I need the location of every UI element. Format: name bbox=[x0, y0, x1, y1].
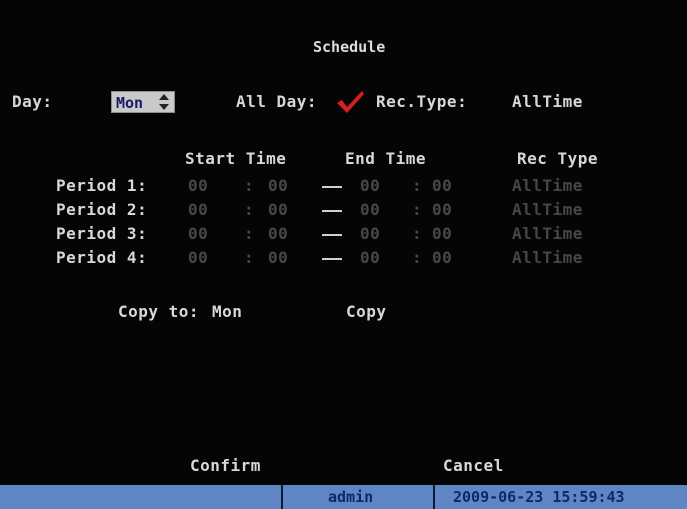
colon-sep: : bbox=[244, 176, 255, 195]
period-rec-type[interactable]: AllTime bbox=[512, 176, 583, 195]
colon-sep: : bbox=[412, 224, 423, 243]
start-minute-field[interactable]: 00 bbox=[268, 248, 288, 267]
status-datetime: 2009-06-23 15:59:43 bbox=[453, 485, 625, 509]
day-label: Day: bbox=[12, 92, 53, 111]
status-bar: admin 2009-06-23 15:59:43 bbox=[0, 485, 687, 509]
colon-sep: : bbox=[412, 200, 423, 219]
end-minute-field[interactable]: 00 bbox=[432, 200, 452, 219]
period-label: Period 1: bbox=[56, 176, 148, 195]
schedule-screen: Schedule Day: Mon All Day: Rec.Type: All… bbox=[0, 0, 687, 509]
range-dash bbox=[322, 186, 342, 188]
copy-to-select[interactable]: Mon bbox=[212, 302, 242, 321]
period-label: Period 3: bbox=[56, 224, 148, 243]
start-minute-field[interactable]: 00 bbox=[268, 224, 288, 243]
rec-type-label: Rec.Type: bbox=[376, 92, 468, 111]
period-rec-type[interactable]: AllTime bbox=[512, 224, 583, 243]
day-select-value: Mon bbox=[116, 94, 144, 112]
rec-type-value[interactable]: AllTime bbox=[512, 92, 583, 111]
end-hour-field[interactable]: 00 bbox=[360, 224, 380, 243]
end-minute-field[interactable]: 00 bbox=[432, 176, 452, 195]
column-end-time: End Time bbox=[345, 149, 427, 168]
colon-sep: : bbox=[244, 224, 255, 243]
colon-sep: : bbox=[412, 248, 423, 267]
spin-arrows-icon bbox=[159, 94, 169, 110]
colon-sep: : bbox=[244, 200, 255, 219]
end-hour-field[interactable]: 00 bbox=[360, 248, 380, 267]
colon-sep: : bbox=[244, 248, 255, 267]
end-hour-field[interactable]: 00 bbox=[360, 200, 380, 219]
range-dash bbox=[322, 258, 342, 260]
cancel-button[interactable]: Cancel bbox=[443, 456, 504, 475]
period-rec-type[interactable]: AllTime bbox=[512, 200, 583, 219]
start-hour-field[interactable]: 00 bbox=[188, 200, 208, 219]
copy-to-label: Copy to: bbox=[118, 302, 200, 321]
end-minute-field[interactable]: 00 bbox=[432, 248, 452, 267]
start-minute-field[interactable]: 00 bbox=[268, 176, 288, 195]
all-day-label: All Day: bbox=[236, 92, 318, 111]
end-minute-field[interactable]: 00 bbox=[432, 224, 452, 243]
period-label: Period 4: bbox=[56, 248, 148, 267]
all-day-checkbox[interactable] bbox=[335, 88, 365, 114]
start-hour-field[interactable]: 00 bbox=[188, 248, 208, 267]
colon-sep: : bbox=[412, 176, 423, 195]
status-divider bbox=[433, 485, 435, 509]
period-rec-type[interactable]: AllTime bbox=[512, 248, 583, 267]
start-hour-field[interactable]: 00 bbox=[188, 176, 208, 195]
day-select[interactable]: Mon bbox=[111, 91, 175, 113]
page-title: Schedule bbox=[313, 38, 386, 56]
end-hour-field[interactable]: 00 bbox=[360, 176, 380, 195]
status-divider bbox=[281, 485, 283, 509]
status-user: admin bbox=[328, 485, 374, 509]
copy-button[interactable]: Copy bbox=[346, 302, 387, 321]
column-rec-type: Rec Type bbox=[517, 149, 599, 168]
column-start-time: Start Time bbox=[185, 149, 287, 168]
start-minute-field[interactable]: 00 bbox=[268, 200, 288, 219]
period-label: Period 2: bbox=[56, 200, 148, 219]
start-hour-field[interactable]: 00 bbox=[188, 224, 208, 243]
range-dash bbox=[322, 234, 342, 236]
range-dash bbox=[322, 210, 342, 212]
confirm-button[interactable]: Confirm bbox=[190, 456, 261, 475]
